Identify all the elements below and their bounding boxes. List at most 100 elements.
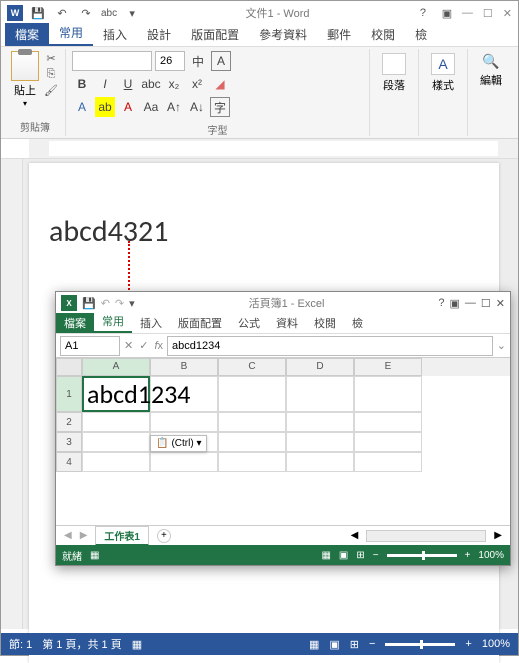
cell-e4[interactable] xyxy=(354,452,422,472)
excel-tab-data[interactable]: 資料 xyxy=(268,313,306,333)
excel-tab-home[interactable]: 常用 xyxy=(94,311,132,333)
excel-tab-layout[interactable]: 版面配置 xyxy=(170,313,230,333)
excel-tab-review[interactable]: 校閱 xyxy=(306,313,344,333)
macro-record-icon[interactable]: ▦ xyxy=(90,550,99,561)
close-icon[interactable]: ✕ xyxy=(503,7,512,20)
zoom-level[interactable]: 100% xyxy=(482,638,510,650)
clear-format-icon[interactable]: ◢ xyxy=(210,74,230,94)
horizontal-scrollbar[interactable] xyxy=(366,530,486,542)
tab-view[interactable]: 檢 xyxy=(405,23,437,46)
column-header-b[interactable]: B xyxy=(150,358,218,376)
tab-mailings[interactable]: 郵件 xyxy=(317,23,361,46)
undo-icon[interactable]: ↶ xyxy=(101,297,110,310)
underline-icon[interactable]: U xyxy=(118,74,138,94)
new-sheet-icon[interactable]: + xyxy=(157,529,171,543)
qat-dropdown-icon[interactable]: ▾ xyxy=(123,4,141,22)
sheet-nav-next-icon[interactable]: ▶ xyxy=(80,530,88,541)
view-web-icon[interactable]: ⊞ xyxy=(350,638,359,651)
vertical-ruler[interactable] xyxy=(1,159,23,629)
styles-button[interactable]: A 樣式 xyxy=(425,51,461,95)
cell-d2[interactable] xyxy=(286,412,354,432)
enter-formula-icon[interactable]: ✓ xyxy=(139,339,148,352)
tab-review[interactable]: 校閱 xyxy=(361,23,405,46)
name-box[interactable]: A1 xyxy=(60,336,120,356)
tab-insert[interactable]: 插入 xyxy=(93,23,137,46)
view-pagebreak-icon[interactable]: ⊞ xyxy=(356,550,364,561)
formula-input[interactable]: abcd1234 xyxy=(167,336,493,356)
status-page[interactable]: 第 1 頁，共 1 頁 xyxy=(42,636,121,652)
ribbon-options-icon[interactable]: ▣ xyxy=(438,4,456,22)
cell-b2[interactable] xyxy=(150,412,218,432)
status-section[interactable]: 節: 1 xyxy=(9,636,32,652)
cell-a4[interactable] xyxy=(82,452,150,472)
horizontal-ruler[interactable] xyxy=(1,139,518,159)
row-header-3[interactable]: 3 xyxy=(56,432,82,452)
cell-c1[interactable] xyxy=(218,376,286,412)
view-normal-icon[interactable]: ▦ xyxy=(321,550,330,561)
redo-icon[interactable]: ↷ xyxy=(77,4,95,22)
cell-a2[interactable] xyxy=(82,412,150,432)
cell-d4[interactable] xyxy=(286,452,354,472)
excel-tab-view[interactable]: 檢 xyxy=(344,313,371,333)
column-header-d[interactable]: D xyxy=(286,358,354,376)
ribbon-options-icon[interactable]: ▣ xyxy=(450,297,460,310)
shrink-font-icon[interactable]: A↓ xyxy=(187,97,207,117)
fx-icon[interactable]: fx xyxy=(154,340,163,352)
enclose-char-icon[interactable]: 字 xyxy=(210,97,230,117)
subscript-icon[interactable]: x₂ xyxy=(164,74,184,94)
tab-references[interactable]: 參考資料 xyxy=(249,23,317,46)
excel-tab-insert[interactable]: 插入 xyxy=(132,313,170,333)
close-icon[interactable]: ✕ xyxy=(496,297,505,310)
cell-b4[interactable] xyxy=(150,452,218,472)
cell-c3[interactable] xyxy=(218,432,286,452)
zoom-in-icon[interactable]: + xyxy=(465,638,471,650)
maximize-icon[interactable]: ☐ xyxy=(481,297,491,310)
bold-icon[interactable]: B xyxy=(72,74,92,94)
help-icon[interactable]: ? xyxy=(414,4,432,22)
strikethrough-icon[interactable]: abc xyxy=(141,74,161,94)
cell-b1[interactable] xyxy=(150,376,218,412)
column-header-c[interactable]: C xyxy=(218,358,286,376)
view-pagelayout-icon[interactable]: ▣ xyxy=(339,550,348,561)
column-header-a[interactable]: A xyxy=(82,358,150,376)
zoom-level[interactable]: 100% xyxy=(478,550,504,561)
cell-d1[interactable] xyxy=(286,376,354,412)
macro-record-icon[interactable]: ▦ xyxy=(132,638,142,651)
zoom-slider[interactable] xyxy=(385,643,455,646)
view-print-icon[interactable]: ▣ xyxy=(329,638,339,651)
zoom-slider[interactable] xyxy=(387,554,457,557)
zoom-out-icon[interactable]: − xyxy=(373,550,379,561)
tab-design[interactable]: 設計 xyxy=(137,23,181,46)
cell-e3[interactable] xyxy=(354,432,422,452)
tab-home[interactable]: 常用 xyxy=(49,21,93,46)
cut-icon[interactable]: ✂ xyxy=(43,51,59,65)
excel-tab-formulas[interactable]: 公式 xyxy=(230,313,268,333)
hscroll-right-icon[interactable]: ▶ xyxy=(494,530,502,541)
expand-formula-icon[interactable]: ⌄ xyxy=(497,339,506,352)
column-header-e[interactable]: E xyxy=(354,358,422,376)
document-text[interactable]: abcd4321 xyxy=(49,213,479,250)
phonetic-guide-icon[interactable]: 中 xyxy=(188,51,208,71)
view-read-icon[interactable]: ▦ xyxy=(309,638,319,651)
change-case-icon[interactable]: Aa xyxy=(141,97,161,117)
help-icon[interactable]: ? xyxy=(438,297,444,309)
grow-font-icon[interactable]: A↑ xyxy=(164,97,184,117)
superscript-icon[interactable]: x² xyxy=(187,74,207,94)
cell-c2[interactable] xyxy=(218,412,286,432)
font-size-box[interactable]: 26 xyxy=(155,51,185,71)
zoom-out-icon[interactable]: − xyxy=(369,638,375,650)
cell-c4[interactable] xyxy=(218,452,286,472)
zoom-in-icon[interactable]: + xyxy=(465,550,471,561)
cell-d3[interactable] xyxy=(286,432,354,452)
font-name-box[interactable] xyxy=(72,51,152,71)
italic-icon[interactable]: I xyxy=(95,74,115,94)
select-all-button[interactable] xyxy=(56,358,82,376)
tab-file[interactable]: 檔案 xyxy=(5,23,49,46)
redo-icon[interactable]: ↷ xyxy=(115,297,124,310)
minimize-icon[interactable]: — xyxy=(465,297,476,309)
font-color-icon[interactable]: A xyxy=(118,97,138,117)
format-painter-icon[interactable]: 🖌 xyxy=(43,83,59,97)
row-header-1[interactable]: 1 xyxy=(56,376,82,412)
minimize-icon[interactable]: — xyxy=(462,7,473,20)
text-effects-icon[interactable]: A xyxy=(72,97,92,117)
